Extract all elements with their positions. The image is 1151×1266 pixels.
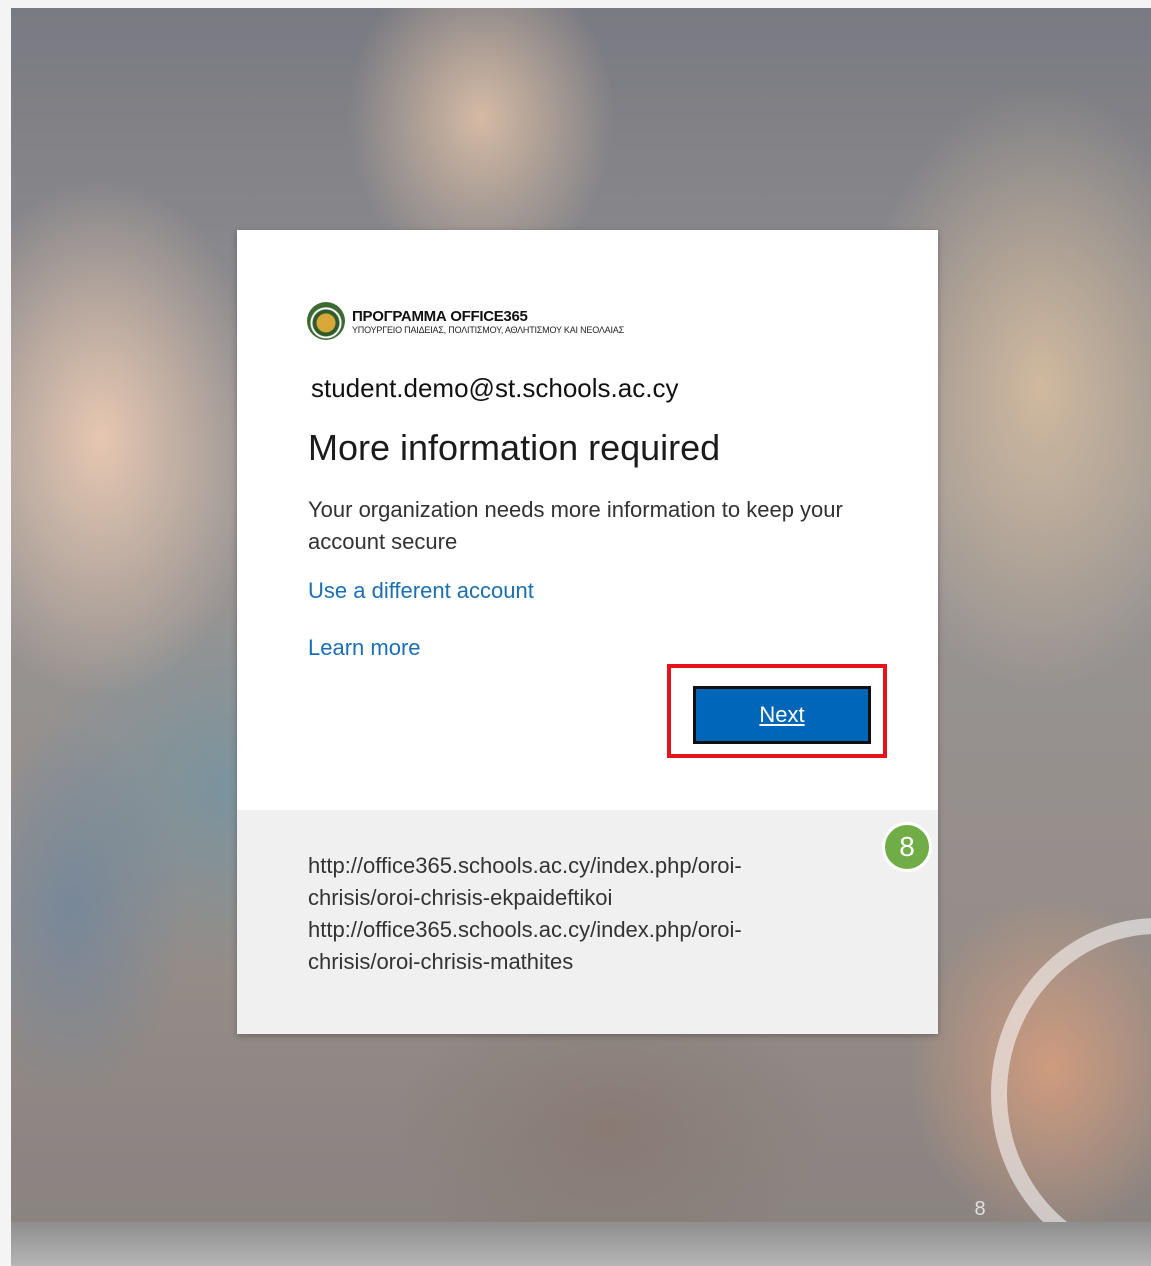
logo-title: ΠΡΟΓΡΑΜΜΑ OFFICE365 xyxy=(352,307,528,325)
next-button[interactable]: Next xyxy=(693,686,871,744)
terms-url-students: http://office365.schools.ac.cy/index.php… xyxy=(308,917,742,974)
step-number-badge: 8 xyxy=(882,822,932,872)
dialog-footer: 8 http://office365.schools.ac.cy/index.p… xyxy=(237,810,938,1034)
organization-logo: ΠΡΟΓΡΑΜΜΑ OFFICE365 ΥΠΟΥΡΓΕΙΟ ΠΑΙΔΕΙΑΣ, … xyxy=(307,302,624,340)
logo-subtitle: ΥΠΟΥΡΓΕΙΟ ΠΑΙΔΕΙΑΣ, ΠΟΛΙΤΙΣΜΟΥ, ΑΘΛΗΤΙΣΜ… xyxy=(352,324,624,335)
slide-bottom-band xyxy=(11,1222,1151,1266)
description-text: Your organization needs more information… xyxy=(308,497,843,554)
use-different-account-link[interactable]: Use a different account xyxy=(308,578,534,604)
sign-in-dialog: ΠΡΟΓΡΑΜΜΑ OFFICE365 ΥΠΟΥΡΓΕΙΟ ΠΑΙΔΕΙΑΣ, … xyxy=(237,230,938,1034)
crest-icon xyxy=(307,302,345,340)
learn-more-link[interactable]: Learn more xyxy=(308,635,421,661)
slide-page-number: 8 xyxy=(974,1198,986,1220)
page-title: More information required xyxy=(308,427,721,468)
account-email: student.demo@st.schools.ac.cy xyxy=(311,373,679,403)
terms-url-teachers: http://office365.schools.ac.cy/index.php… xyxy=(308,853,742,910)
